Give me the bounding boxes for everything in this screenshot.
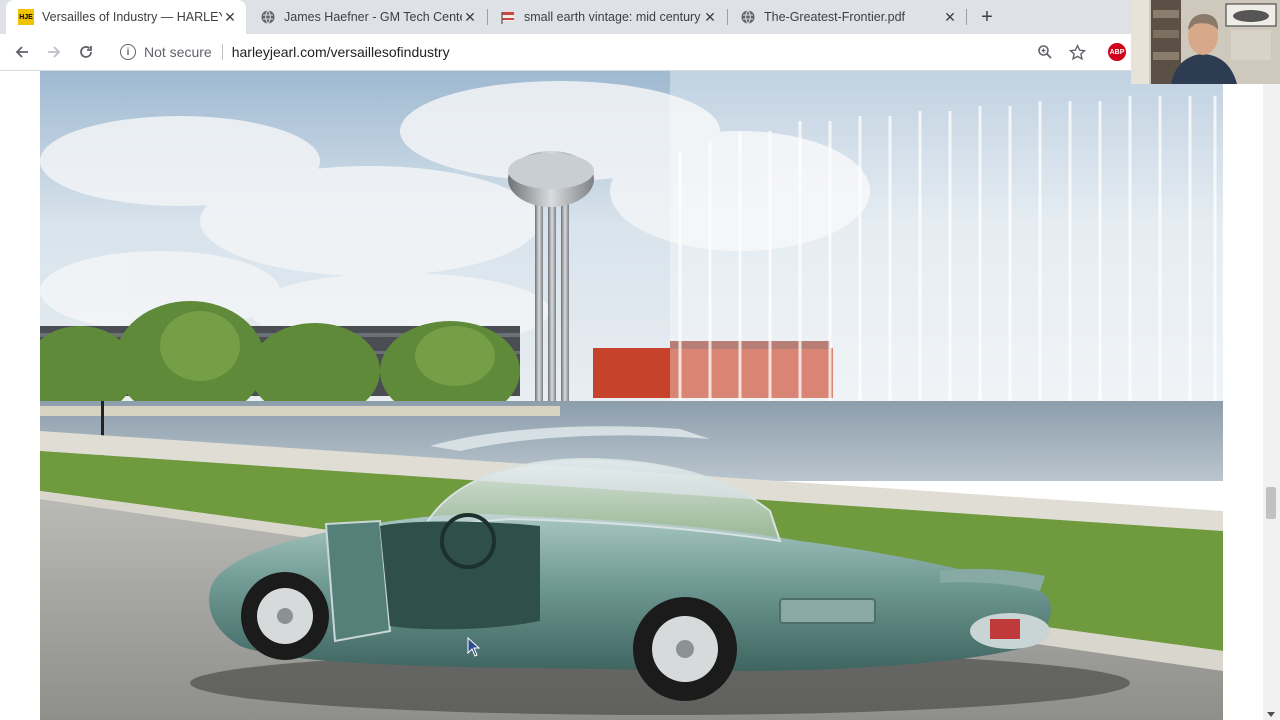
tab-divider bbox=[966, 9, 967, 25]
globe-icon bbox=[740, 9, 756, 25]
browser-window: HJE Versailles of Industry — HARLEY ✕ Ja… bbox=[0, 0, 1280, 720]
reload-icon bbox=[80, 46, 92, 58]
toolbar: i Not secure harleyjearl.com/versailleso… bbox=[0, 34, 1280, 71]
tab-title: The-Greatest-Frontier.pdf bbox=[764, 10, 906, 24]
vertical-scrollbar[interactable] bbox=[1263, 71, 1280, 720]
presenter-video bbox=[1131, 0, 1280, 84]
hje-logo-icon: HJE bbox=[18, 9, 34, 25]
scrollbar-thumb[interactable] bbox=[1266, 487, 1276, 519]
tab-title: small earth vintage: mid century bbox=[524, 10, 701, 24]
reload-button[interactable] bbox=[72, 38, 100, 66]
security-label: Not secure bbox=[144, 44, 212, 60]
globe-icon bbox=[260, 9, 276, 25]
star-icon bbox=[1068, 43, 1086, 60]
close-icon[interactable]: ✕ bbox=[462, 9, 478, 25]
url-text[interactable]: harleyjearl.com/versaillesofindustry bbox=[232, 44, 450, 60]
divider bbox=[221, 44, 223, 60]
bookmark-button[interactable] bbox=[1067, 42, 1087, 62]
tab-title: Versailles of Industry — HARLEY bbox=[42, 10, 222, 24]
arrow-left-icon bbox=[15, 46, 28, 58]
favicon-text: HJE bbox=[19, 13, 33, 21]
tab-small-earth[interactable]: small earth vintage: mid century ✕ bbox=[488, 0, 726, 34]
zoom-button[interactable] bbox=[1035, 42, 1055, 62]
close-icon[interactable]: ✕ bbox=[942, 9, 958, 25]
zoom-icon bbox=[1038, 45, 1052, 59]
arrow-right-icon bbox=[48, 46, 61, 58]
back-button[interactable] bbox=[8, 38, 36, 66]
flag-favicon-icon bbox=[500, 9, 516, 25]
webcam-overlay bbox=[1131, 0, 1280, 84]
address-bar[interactable]: i Not secure harleyjearl.com/versailleso… bbox=[108, 38, 1098, 66]
tab-strip: HJE Versailles of Industry — HARLEY ✕ Ja… bbox=[0, 0, 1280, 34]
adblock-label: ABP bbox=[1109, 48, 1125, 56]
info-icon[interactable]: i bbox=[120, 44, 136, 60]
scroll-down-arrow-icon[interactable] bbox=[1267, 712, 1275, 717]
mouse-cursor-icon bbox=[467, 636, 481, 662]
forward-button[interactable] bbox=[40, 38, 68, 66]
close-icon[interactable]: ✕ bbox=[702, 9, 718, 25]
close-icon[interactable]: ✕ bbox=[222, 9, 238, 25]
tab-haefner[interactable]: James Haefner - GM Tech Center ✕ bbox=[248, 0, 486, 34]
page-content bbox=[0, 71, 1280, 720]
photo-image bbox=[40, 71, 1223, 720]
tab-versailles[interactable]: HJE Versailles of Industry — HARLEY ✕ bbox=[6, 0, 246, 34]
concept-car-photo bbox=[40, 71, 1223, 720]
plus-icon[interactable]: + bbox=[975, 5, 999, 29]
adblock-icon[interactable]: ABP bbox=[1108, 43, 1126, 61]
tab-title: James Haefner - GM Tech Center bbox=[284, 10, 462, 24]
tab-greatest-frontier[interactable]: The-Greatest-Frontier.pdf ✕ bbox=[728, 0, 966, 34]
